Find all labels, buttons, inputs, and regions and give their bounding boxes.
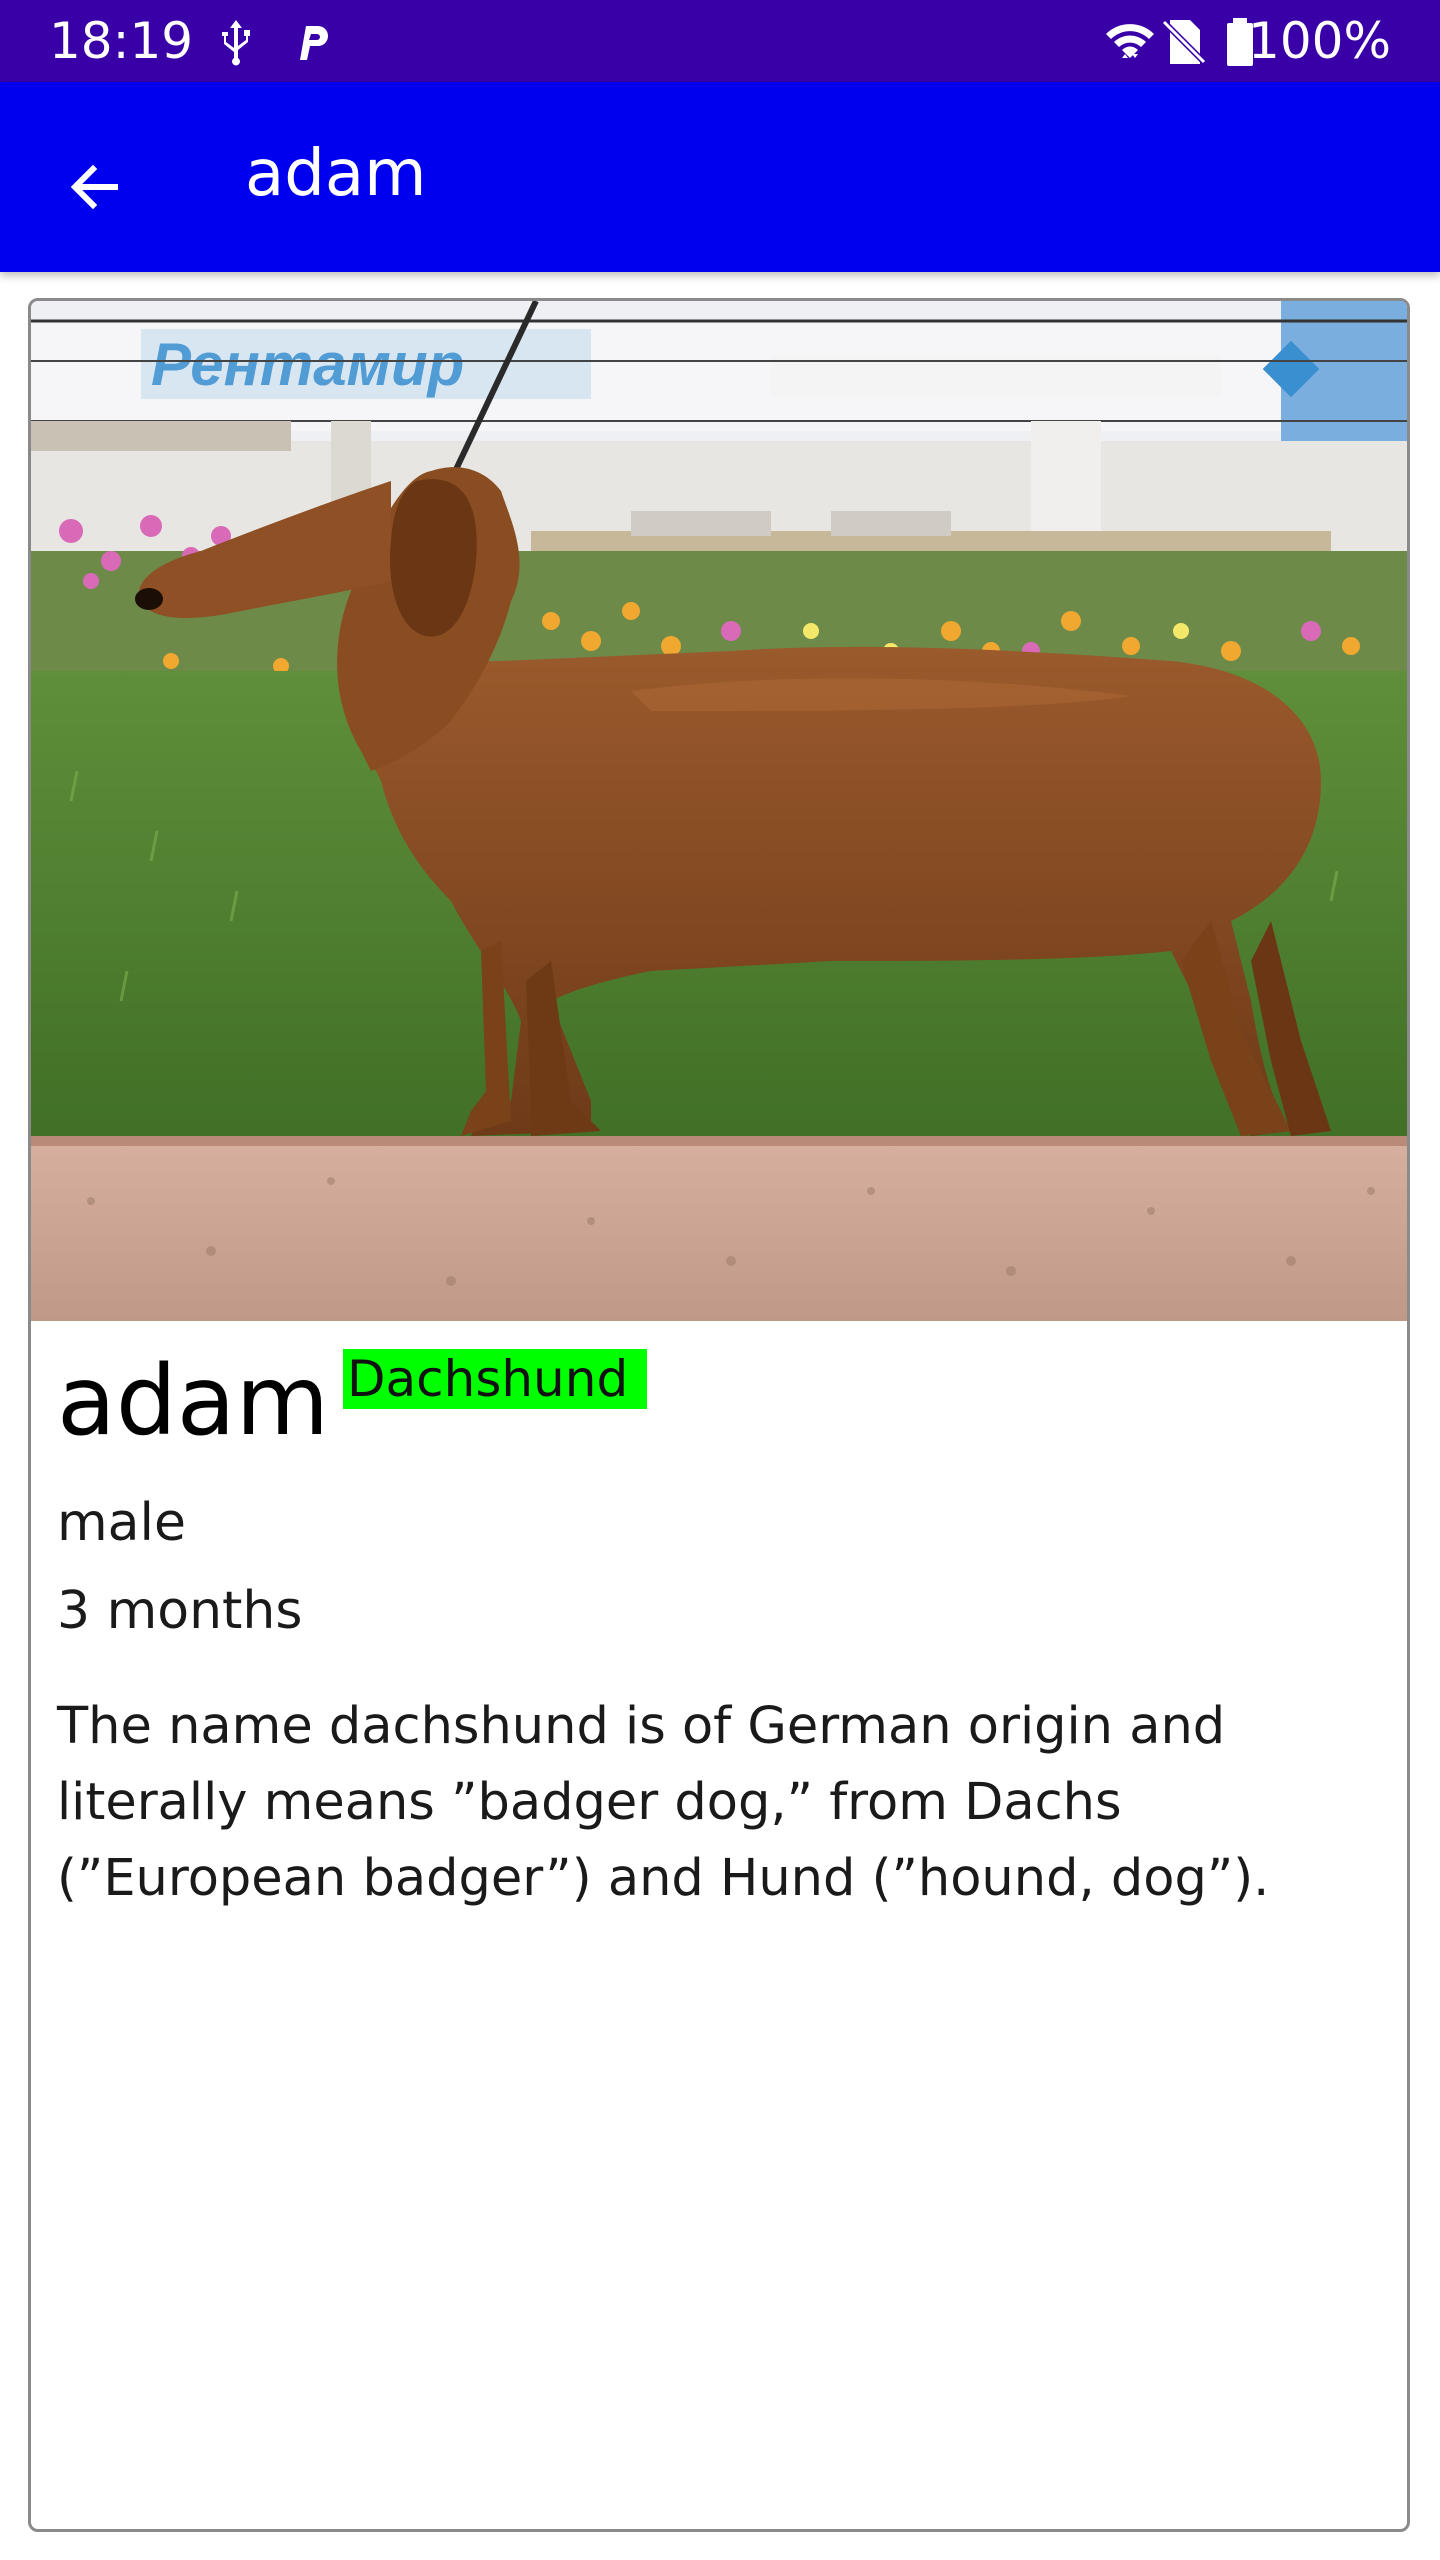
pet-age: 3 months	[57, 1581, 303, 1641]
breed-badge: Dachshund	[343, 1349, 647, 1409]
status-time: 18:19	[49, 12, 194, 70]
pet-name: adam	[57, 1345, 330, 1457]
svg-text:Рентамир: Рентамир	[151, 331, 464, 398]
wifi-icon	[1106, 24, 1154, 58]
pet-detail-card: Рентамир adam Dachshund male 3 months Th…	[28, 298, 1410, 2532]
status-bar: 18:19 100%	[0, 0, 1440, 82]
arrow-left-icon	[70, 164, 118, 210]
parking-app-icon	[300, 26, 328, 60]
dachshund-photo: Рентамир	[31, 301, 1407, 1321]
pet-gender: male	[57, 1493, 186, 1553]
page-title: adam	[245, 137, 427, 211]
app-bar: adam	[0, 82, 1440, 272]
back-button[interactable]	[40, 132, 150, 242]
pet-description: The name dachshund is of German origin a…	[57, 1697, 1270, 1908]
usb-icon	[222, 20, 250, 66]
battery-percentage: 100%	[1248, 12, 1391, 70]
no-sim-icon	[1161, 19, 1207, 65]
